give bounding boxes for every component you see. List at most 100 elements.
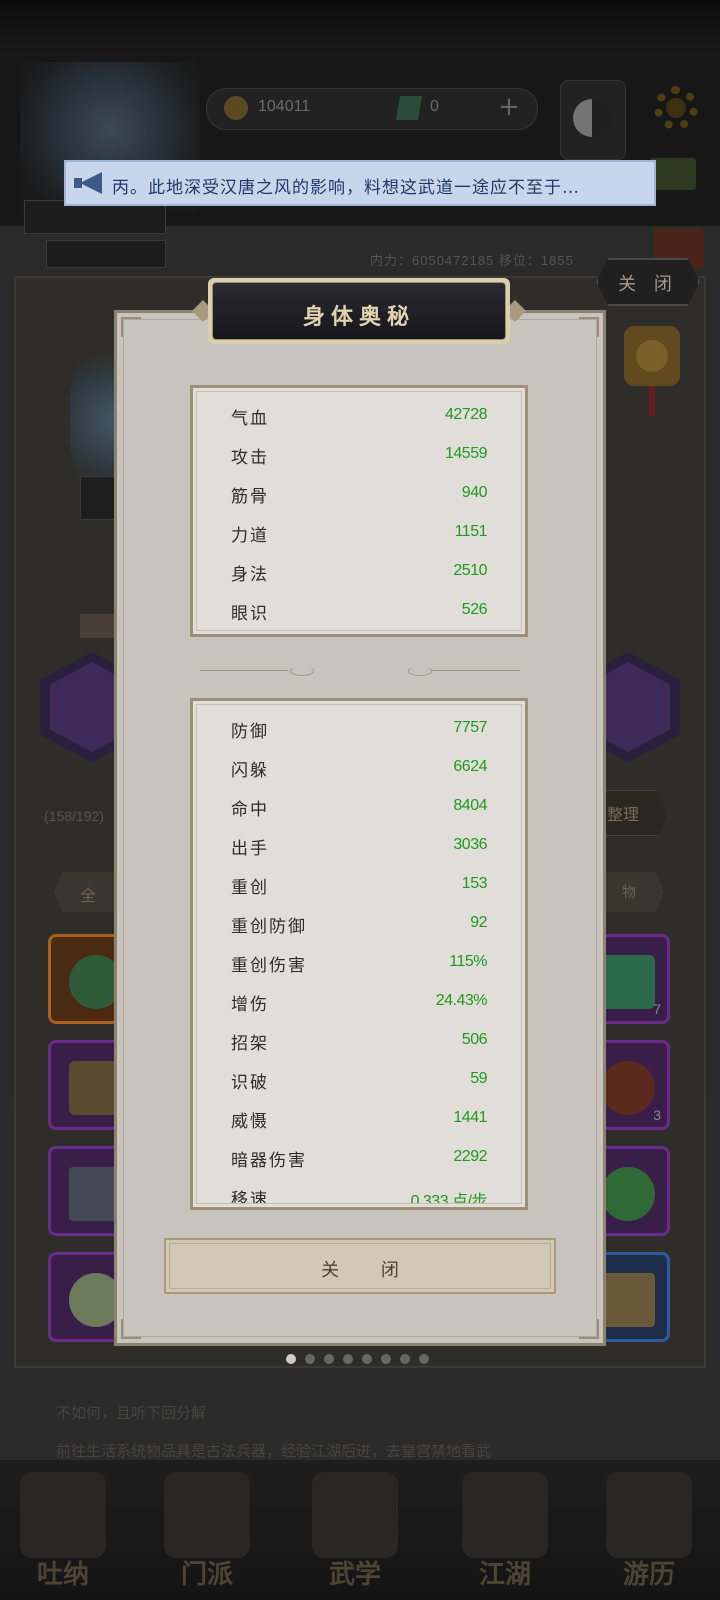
add-currency-button[interactable]: + [498,92,520,122]
stat-row: 重创防御 92 [231,912,487,937]
story-text-line: 不如何，且听下回分解 [56,1404,207,1422]
stat-label: 命中 [231,800,269,820]
basic-stats-panel: 气血 42728 攻击 14559 筋骨 940 力道 1151 身法 2510 眼识 526 [190,385,528,637]
nav-jianghu[interactable]: 江湖 [450,1466,560,1596]
jade-amount: 0 [430,98,439,115]
power-stats-line: 内力：6050472185 移位：1855 [370,253,574,268]
stat-label: 闪躲 [231,761,269,781]
stat-row: 移速 0.333 点/步 [231,1185,488,1204]
stat-value: 7757 [453,719,487,736]
jade-pendant-icon [601,1167,655,1221]
stat-row: 威慑 1441 [231,1107,487,1132]
page-dot [286,1354,296,1364]
corner-ornament [121,317,141,337]
stat-value: 153 [461,875,488,892]
taiji-button[interactable] [560,80,626,160]
modal-title-plate: 身体奥秘 [208,278,510,344]
stat-label: 移速 [231,1190,269,1204]
stat-label: 攻击 [231,448,269,468]
stat-row: 重创伤害 115% [231,951,487,976]
stat-label: 威慑 [231,1112,269,1132]
stat-row: 眼识 526 [231,599,488,624]
nav-label: 游历 [622,1560,675,1590]
megaphone-icon [74,172,104,194]
stat-value: 506 [461,1031,488,1048]
filter-item-label: 物 [622,885,636,901]
stat-label: 力道 [231,526,269,546]
stat-row: 筋骨 940 [231,482,488,507]
nav-label: 门派 [180,1560,233,1590]
medal-icon[interactable] [624,326,680,386]
stat-value: 14559 [445,445,488,462]
stat-row: 命中 8404 [231,795,487,820]
stat-row: 力道 1151 [231,521,488,546]
stat-value: 92 [470,914,487,931]
page-dot [362,1354,372,1364]
notice-text: 丙。此地深受汉唐之风的影响，料想这武道一途应不至于… [112,178,580,198]
page-dot [381,1354,391,1364]
stat-label: 身法 [231,565,269,585]
filter-item-tab[interactable]: 物 [604,872,664,912]
coin-icon [224,96,248,120]
close-button-top[interactable]: 关 闭 [596,258,700,306]
slot-count: 3 [653,1107,661,1123]
horse-rider-icon [606,1472,692,1558]
section-divider [200,666,520,676]
nav-label: 江湖 [478,1560,531,1590]
subtitle-tag [46,240,166,268]
stat-label: 重创防御 [231,917,307,937]
stat-value: 59 [470,1070,487,1087]
stat-label: 出手 [231,839,269,859]
stat-value: 0.333 点/步 [410,1193,488,1204]
stat-label: 重创 [231,878,269,898]
stat-row: 闪躲 6624 [231,756,487,781]
corner-ornament [579,1319,599,1339]
close-top-label: 关 闭 [618,274,678,295]
stat-label: 暗器伤害 [231,1151,307,1171]
stat-value: 3036 [453,836,487,853]
pouch-icon [601,1061,655,1115]
stat-value: 2510 [453,562,487,579]
filter-all-label: 全 [80,886,97,905]
stat-value: 8404 [453,797,487,814]
stat-label: 气血 [231,409,269,429]
notice-banner: 丙。此地深受汉唐之风的影响，料想这武道一途应不至于… [64,160,656,206]
organize-button[interactable]: 整理 [596,790,668,836]
stat-value: 2292 [453,1148,487,1165]
stat-value: 6624 [453,758,487,775]
mail-icon[interactable] [650,158,696,190]
jade-leaf-icon [601,955,655,1009]
stat-value: 526 [461,601,488,618]
stat-value: 1441 [453,1109,487,1126]
advanced-stats-scroll[interactable]: 防御 7757 闪躲 6624 命中 8404 出手 3036 重创 153 重创防御 92 重创伤害 1… [196,704,522,1204]
nav-martial[interactable]: 武学 [300,1466,410,1596]
modal-title: 身体奥秘 [302,304,415,330]
stat-value: 940 [461,484,488,501]
stat-label: 防御 [231,722,269,742]
settings-gear-center [666,98,686,118]
stat-value: 24.43% [435,992,488,1009]
stat-row: 出手 3036 [231,834,487,859]
nav-label: 吐纳 [36,1560,89,1590]
currency-bar [206,88,538,130]
page-dot [305,1354,315,1364]
nav-sect[interactable]: 门派 [152,1466,262,1596]
bag-capacity: (158/192) [44,808,104,824]
stat-label: 招架 [231,1034,269,1054]
advanced-stats-panel[interactable]: 防御 7757 闪躲 6624 命中 8404 出手 3036 重创 153 重创防御 92 重创伤害 1… [190,698,528,1210]
organize-label: 整理 [607,805,640,824]
jade-icon [395,96,423,120]
nav-label: 武学 [328,1560,381,1590]
filter-all-tab[interactable]: 全 [54,872,114,912]
nav-tuna[interactable]: 吐纳 [8,1466,118,1596]
close-button[interactable]: 关 闭 [164,1238,556,1294]
stat-row: 招架 506 [231,1029,488,1054]
nav-travel[interactable]: 游历 [594,1466,704,1596]
sect-banner-icon [164,1472,250,1558]
stat-label: 筋骨 [231,487,269,507]
page-dot [400,1354,410,1364]
meditate-icon [20,1472,106,1558]
stat-label: 增伤 [231,995,269,1015]
stat-row: 气血 42728 [231,404,488,429]
stat-row: 身法 2510 [231,560,487,585]
